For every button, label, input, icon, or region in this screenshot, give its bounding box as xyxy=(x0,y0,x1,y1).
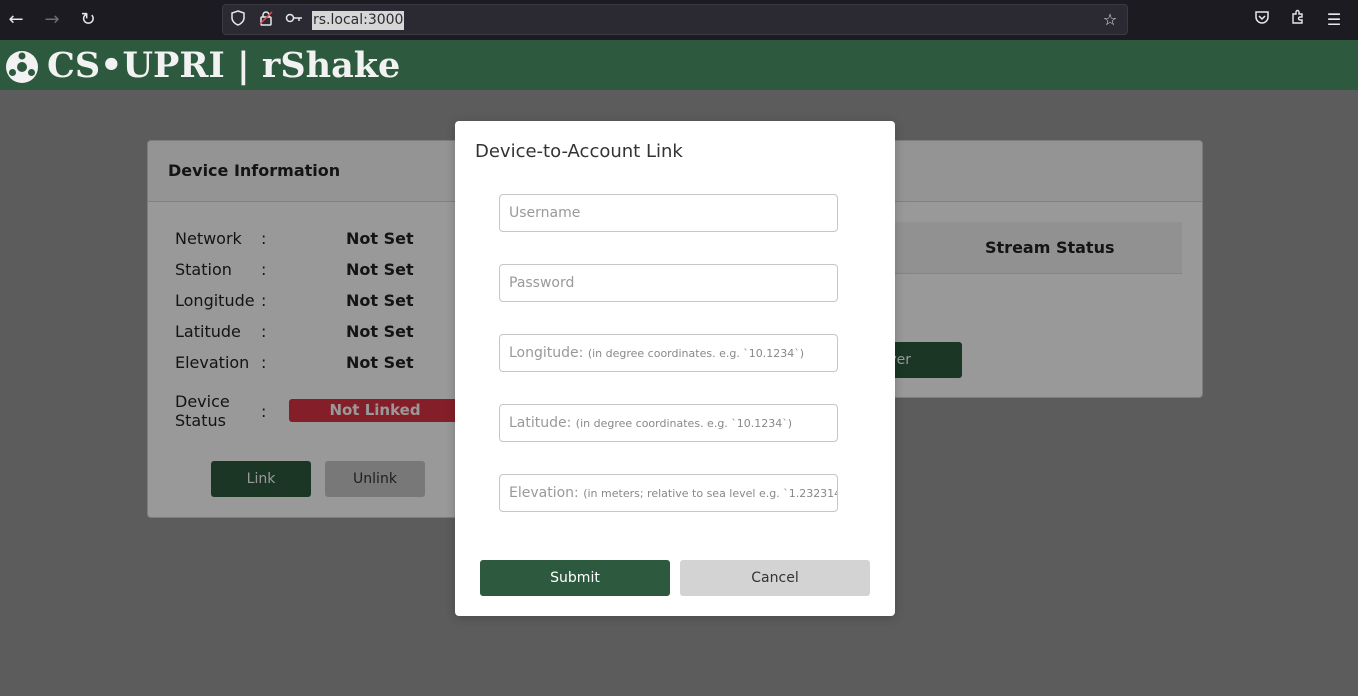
key-icon[interactable] xyxy=(284,10,304,30)
elevation-input[interactable]: Elevation: (in meters; relative to sea l… xyxy=(499,474,838,512)
username-input[interactable]: Username xyxy=(499,194,838,232)
modal-title: Device-to-Account Link xyxy=(475,141,683,162)
star-icon[interactable]: ☆ xyxy=(1100,10,1120,30)
submit-button[interactable]: Submit xyxy=(480,560,670,596)
cancel-button[interactable]: Cancel xyxy=(680,560,870,596)
password-placeholder: Password xyxy=(509,275,575,291)
longitude-placeholder: Longitude: xyxy=(509,345,584,361)
extensions-icon[interactable] xyxy=(1286,8,1310,32)
elevation-placeholder: Elevation: xyxy=(509,485,579,501)
latitude-placeholder: Latitude: xyxy=(509,415,572,431)
url-text[interactable]: rs.local:3000 xyxy=(312,11,405,30)
elevation-hint: (in meters; relative to sea level e.g. `… xyxy=(583,487,838,500)
app-title: CS•UPRI | rShake xyxy=(47,45,401,86)
app-header: CS•UPRI | rShake xyxy=(0,40,1358,90)
menu-icon[interactable]: ☰ xyxy=(1322,8,1346,32)
browser-toolbar: ← → ↻ rs.local:3000 ☆ ☰ xyxy=(0,0,1358,40)
latitude-hint: (in degree coordinates. e.g. `10.1234`) xyxy=(575,417,793,430)
pocket-icon[interactable] xyxy=(1250,8,1274,32)
lock-icon[interactable] xyxy=(256,10,276,30)
longitude-hint: (in degree coordinates. e.g. `10.1234`) xyxy=(587,347,805,360)
device-link-modal: Device-to-Account Link Username Password… xyxy=(455,121,895,616)
logo-icon xyxy=(6,51,38,83)
reload-icon[interactable]: ↻ xyxy=(76,8,100,32)
url-bar[interactable]: rs.local:3000 ☆ xyxy=(222,4,1128,35)
forward-icon[interactable]: → xyxy=(40,8,64,32)
longitude-input[interactable]: Longitude: (in degree coordinates. e.g. … xyxy=(499,334,838,372)
back-icon[interactable]: ← xyxy=(4,8,28,32)
latitude-input[interactable]: Latitude: (in degree coordinates. e.g. `… xyxy=(499,404,838,442)
password-input[interactable]: Password xyxy=(499,264,838,302)
username-placeholder: Username xyxy=(509,205,581,221)
shield-icon[interactable] xyxy=(228,10,248,30)
